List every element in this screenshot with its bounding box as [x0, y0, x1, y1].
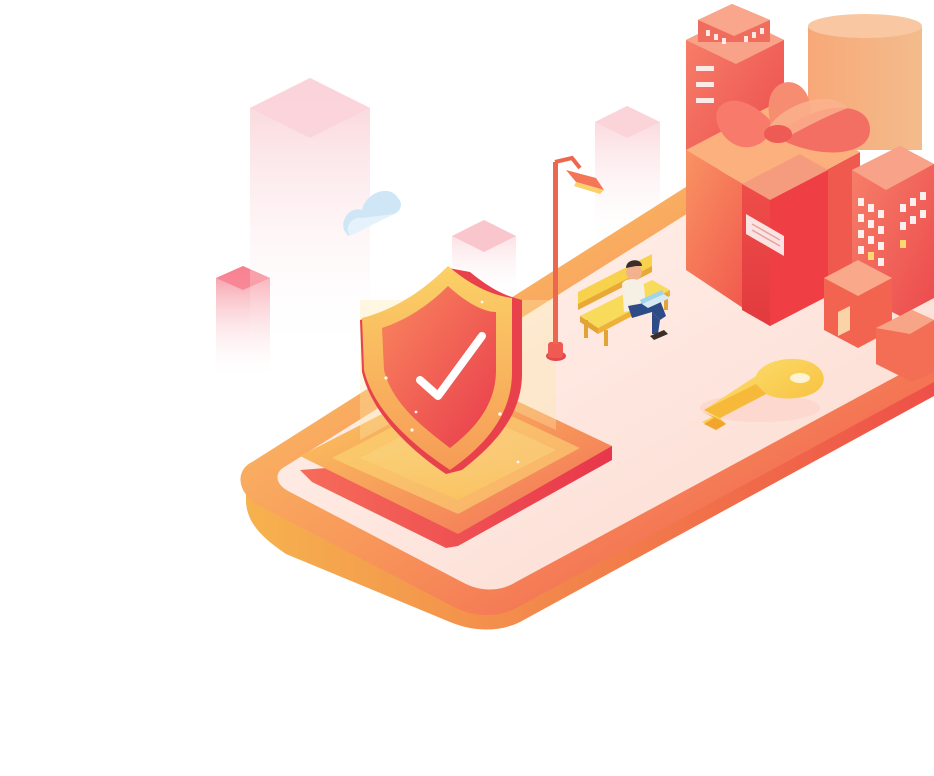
security-city-illustration	[216, 4, 934, 630]
illustration-stage	[0, 0, 934, 776]
